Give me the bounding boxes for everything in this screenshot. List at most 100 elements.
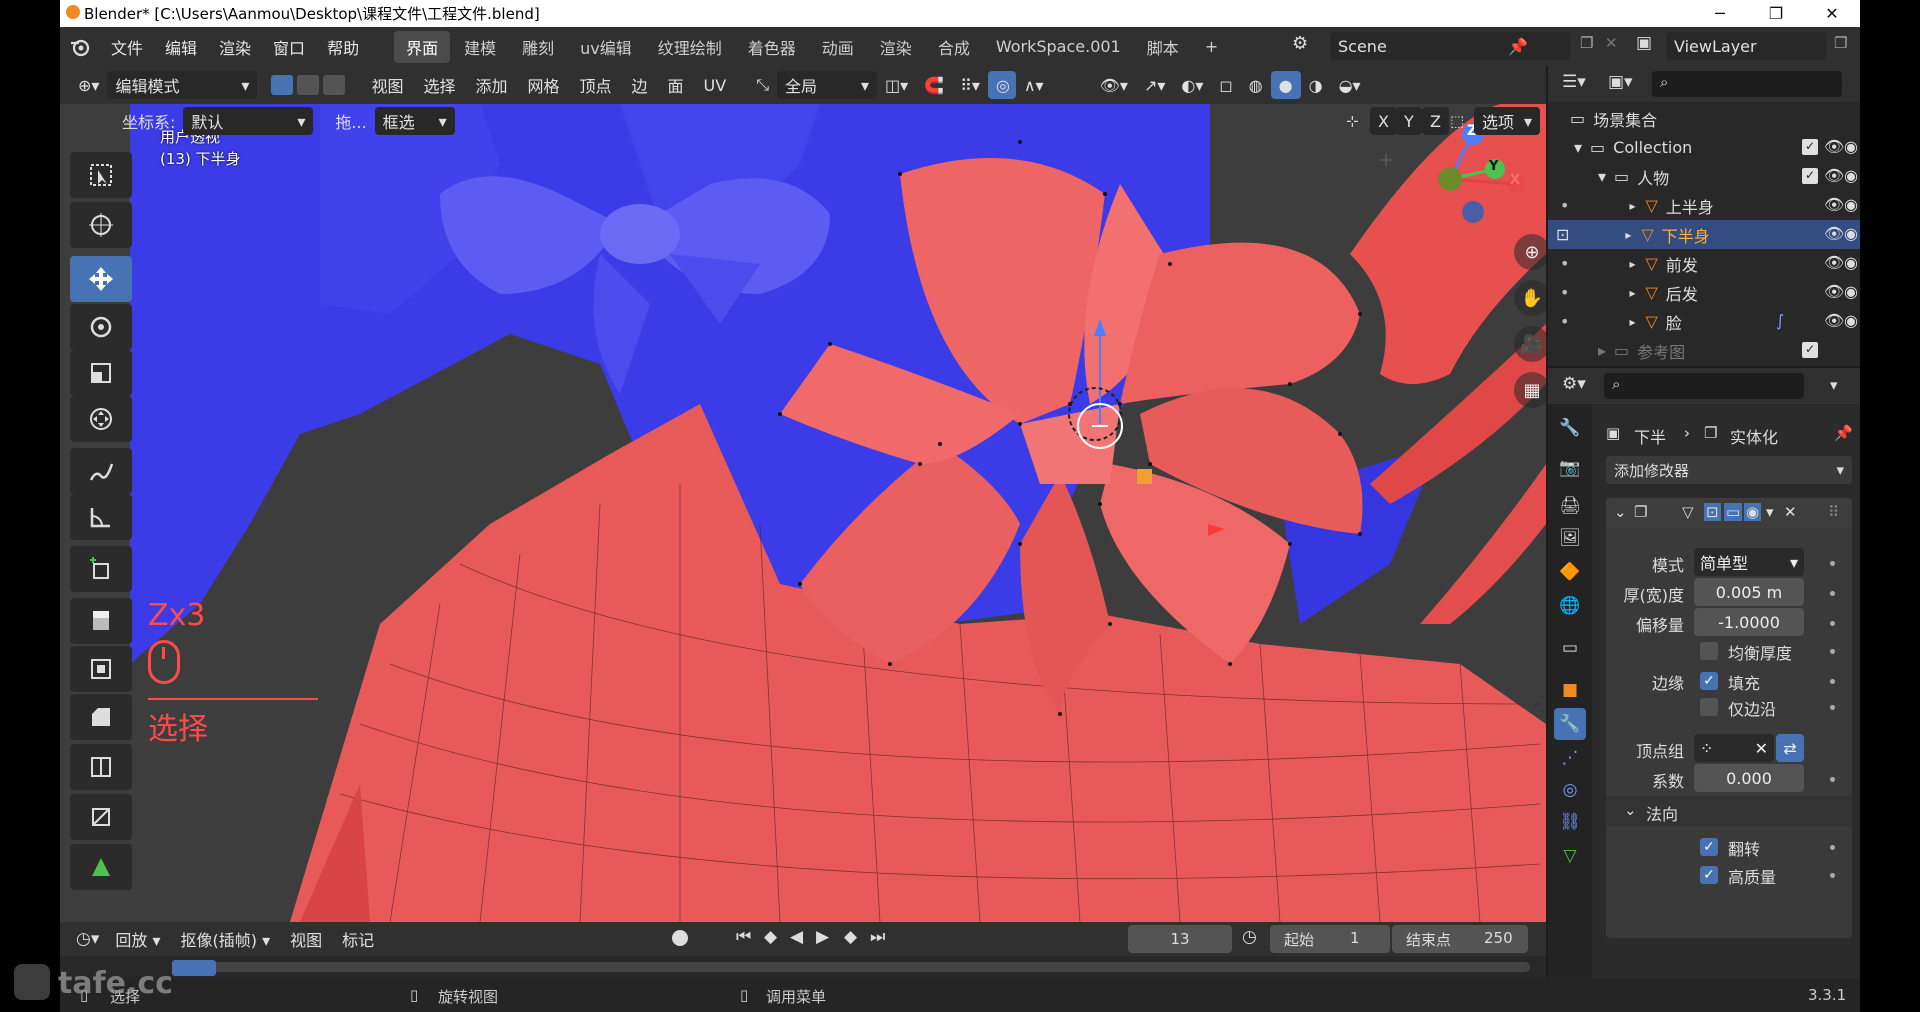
jump-start-icon[interactable]: ⏮ [736,927,751,947]
tab-workspace-001[interactable]: WorkSpace.001 [984,33,1133,60]
outliner-row-scene-collection[interactable]: ▭ 场景集合 [1548,104,1860,133]
tab-compositing[interactable]: 合成 [926,31,982,63]
menu-mesh[interactable]: 网格 [517,73,569,97]
outliner-row-object[interactable]: • ▸ ▽ 上半身 👁 ◉ [1548,191,1860,220]
mode-dropdown[interactable]: 编辑模式 ▾ [107,71,258,99]
exclude-checkbox[interactable]: ✓ [1802,342,1818,358]
gizmo-toggle-icon[interactable]: ↗▾ [1136,71,1173,99]
expand-icon[interactable]: ▸ [1629,286,1635,300]
cage-toggle-icon[interactable]: ⊡ [1704,503,1721,521]
editmode-toggle-icon[interactable]: ▽ [1682,503,1694,521]
eye-icon[interactable]: 👁 [1824,311,1844,330]
menu-vertex[interactable]: 顶点 [570,73,622,97]
coord-system-dropdown[interactable]: 默认 ▾ [183,107,314,135]
axis-x-button[interactable]: X [1370,107,1397,135]
axis-z-button[interactable]: Z [1422,107,1449,135]
menu-window[interactable]: 窗口 [262,35,316,59]
eye-icon[interactable]: 👁 [1824,224,1844,243]
record-icon[interactable] [672,930,688,946]
fill-rim-checkbox[interactable]: ✓ [1700,672,1718,690]
rendered-shading-icon[interactable]: ◒▾ [1331,71,1369,99]
transform-orientation-dropdown[interactable]: 全局 ▾ [777,71,878,99]
menu-add[interactable]: 添加 [465,73,517,97]
particles-tab-icon[interactable]: ⋰ [1554,742,1586,774]
move-tool-icon[interactable] [70,256,132,302]
expand-icon[interactable]: ▸ [1629,199,1635,213]
expand-icon[interactable]: ▸ [1629,315,1635,329]
playhead[interactable] [172,960,216,976]
jump-end-icon[interactable]: ⏭ [870,927,885,947]
expand-icon[interactable]: ▸ [1629,257,1635,271]
invert-vertex-group-icon[interactable]: ⇄ [1776,734,1804,762]
render-camera-icon[interactable]: ◉ [1844,195,1858,214]
options-dropdown[interactable]: 选项 ▾ [1474,107,1540,135]
tab-animation[interactable]: 动画 [810,31,866,63]
only-rim-checkbox[interactable] [1700,698,1718,716]
exclude-checkbox[interactable]: ✓ [1802,139,1818,155]
pan-hand-icon[interactable]: ✋ [1514,280,1546,316]
measure-tool-icon[interactable] [70,494,132,540]
drag-dropdown[interactable]: 框选 ▾ [374,107,455,135]
viewlayer-icon[interactable]: ▣ [1636,33,1652,53]
collection-tab-icon[interactable]: ▭ [1554,632,1586,664]
loop-cut-tool-icon[interactable] [70,744,132,790]
timeline-ruler[interactable] [60,956,1546,978]
outliner-row-group[interactable]: ▾ ▭ 人物 ✓ 👁 ◉ [1548,162,1860,191]
tab-scripting[interactable]: 脚本 [1135,31,1191,63]
expand-icon[interactable]: ▾ [1574,138,1582,157]
xray-icon[interactable]: ◻ [1211,71,1240,99]
display-mode-icon[interactable]: ▣▾ [1608,72,1633,92]
new-viewlayer-icon[interactable]: ❐ [1834,34,1847,52]
collapse-chevron-icon[interactable]: ⌄ [1624,801,1637,819]
outliner-row-object[interactable]: • ▸ ▽ 后发 👁 ◉ [1548,278,1860,307]
playback-dropdown[interactable]: 回放 ▾ [105,927,170,951]
keyframe-dot[interactable] [1830,679,1835,684]
menu-edit[interactable]: 编辑 [154,35,208,59]
rotate-tool-icon[interactable] [70,304,132,350]
menu-select[interactable]: 选择 [413,73,465,97]
extrude-tool-icon[interactable] [70,598,132,644]
cursor-tool-icon[interactable] [70,202,132,248]
keyframe-dot[interactable] [1830,621,1835,626]
blender-menu-icon[interactable] [60,37,100,57]
outliner-row-collection[interactable]: ▾ ▭ Collection ✓ 👁 ◉ [1548,133,1860,162]
pin-icon[interactable]: 📌 [1508,37,1528,56]
eye-icon[interactable]: 👁 [1824,137,1844,156]
editor-type-icon[interactable]: ⚙▾ [1562,374,1586,394]
render-toggle-icon[interactable]: ◉ [1744,503,1762,521]
outliner-search-input[interactable]: ⌕ [1652,71,1842,97]
render-camera-icon[interactable]: ◉ [1844,224,1858,243]
mirror-icon[interactable]: ⊹ [1346,112,1359,130]
knife-tool-icon[interactable] [70,794,132,840]
edge-select-icon[interactable] [297,75,320,95]
scene-tab-icon[interactable]: 🔶 [1554,556,1586,588]
auto-merge-icon[interactable]: ⬚ [1450,112,1464,130]
vertex-select-icon[interactable] [271,75,294,95]
render-tab-icon[interactable]: 📷 [1554,452,1586,484]
clock-icon[interactable]: ◷ [1242,927,1257,947]
add-workspace-button[interactable]: + [1193,33,1230,60]
tab-layout[interactable]: 界面 [394,30,451,63]
keying-dropdown[interactable]: 抠像(插帧) ▾ [171,927,281,951]
annotate-tool-icon[interactable] [70,448,132,494]
keyframe-dot[interactable] [1830,705,1835,710]
constraints-tab-icon[interactable]: ⛓ [1554,806,1586,838]
snap-target-icon[interactable]: ⠿▾ [952,71,988,99]
transform-tool-icon[interactable] [70,396,132,442]
wireframe-shading-icon[interactable]: ◍ [1241,71,1271,99]
clear-vertex-group-icon[interactable]: ✕ [1755,739,1768,758]
timeline-marker-menu[interactable]: 标记 [332,927,384,951]
exclude-checkbox[interactable]: ✓ [1802,168,1818,184]
tab-sculpting[interactable]: 雕刻 [510,31,566,63]
flip-normals-checkbox[interactable]: ✓ [1700,838,1718,856]
expand-icon[interactable]: ▸ [1625,228,1631,242]
viewport-toggle-icon[interactable]: ▭ [1724,503,1743,521]
timeline-scrollbar[interactable] [180,962,1530,972]
poly-build-tool-icon[interactable] [70,844,132,890]
properties-search-input[interactable]: ⌕ [1604,373,1804,399]
bevel-tool-icon[interactable] [70,694,132,740]
solid-shading-icon[interactable]: ● [1270,71,1301,99]
eye-icon[interactable]: 👁 [1824,195,1844,214]
tab-shading[interactable]: 着色器 [736,31,808,63]
mode-dropdown[interactable]: 简单型 ▾ [1694,548,1804,576]
